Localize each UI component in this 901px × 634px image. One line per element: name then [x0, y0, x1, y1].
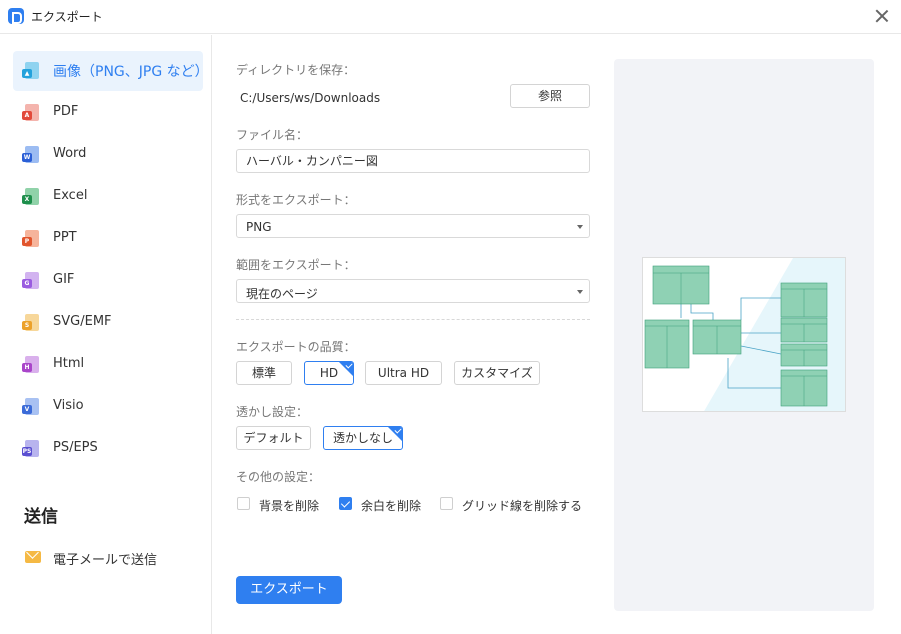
sidebar-item-label: Visio — [53, 398, 84, 413]
option-label: Ultra HD — [377, 366, 430, 380]
sidebar-item-svg-emf[interactable]: S SVG/EMF — [13, 303, 203, 343]
format-label: 形式をエクスポート： — [236, 193, 356, 207]
watermark-option-default[interactable]: デフォルト — [236, 426, 311, 450]
sidebar-item-label: SVG/EMF — [53, 314, 112, 329]
gif-file-icon: G — [22, 272, 39, 289]
filename-label: ファイル名： — [236, 128, 309, 142]
remove-gridlines-checkbox[interactable] — [440, 497, 453, 510]
remove-margin-label: 余白を削除 — [361, 499, 422, 513]
sidebar-item-email[interactable]: 電子メールで送信 — [13, 537, 203, 577]
sidebar-item-image[interactable]: ▲ 画像（PNG、JPG など） — [13, 51, 209, 91]
export-button[interactable]: エクスポート — [236, 576, 342, 604]
sidebar-item-label: Html — [53, 356, 85, 371]
remove-gridlines-label: グリッド線を削除する — [462, 499, 583, 513]
watermark-label: 透かし設定： — [236, 405, 309, 419]
word-file-icon: W — [22, 146, 39, 163]
sidebar-item-label: 画像（PNG、JPG など） — [53, 64, 209, 80]
remove-background-checkbox[interactable] — [237, 497, 250, 510]
range-select[interactable]: 現在のページ — [236, 279, 590, 303]
option-label: デフォルト — [243, 431, 304, 445]
send-section-title: 送信 — [24, 507, 58, 527]
quality-option-hd[interactable]: HD — [304, 361, 354, 385]
pdf-file-icon: A — [22, 104, 39, 121]
save-directory-path: C:/Users/ws/Downloads — [240, 91, 381, 105]
option-label: 透かしなし — [332, 431, 393, 445]
other-settings-label: その他の設定： — [236, 470, 321, 484]
sidebar-item-label: PPT — [53, 230, 77, 245]
option-label: カスタマイズ — [461, 366, 533, 380]
sidebar-item-label: 電子メールで送信 — [53, 553, 158, 568]
visio-file-icon: V — [22, 398, 39, 415]
filename-input[interactable]: ハーバル・カンパニー図 — [236, 149, 590, 173]
sidebar-item-ps-eps[interactable]: PS PS/EPS — [13, 429, 203, 469]
ps-file-icon: PS — [22, 440, 39, 457]
quality-option-custom[interactable]: カスタマイズ — [454, 361, 540, 385]
range-label: 範囲をエクスポート： — [236, 258, 356, 272]
remove-background-label: 背景を削除 — [259, 499, 320, 513]
option-label: 標準 — [251, 366, 276, 380]
sidebar-item-excel[interactable]: X Excel — [13, 177, 203, 217]
sidebar-item-label: Excel — [53, 188, 88, 203]
preview-panel — [614, 59, 874, 611]
preview-thumbnail — [642, 257, 846, 412]
save-directory-label: ディレクトリを保存： — [236, 63, 356, 77]
option-label: HD — [319, 366, 339, 380]
section-divider — [236, 319, 590, 320]
sidebar-item-label: PDF — [53, 104, 79, 119]
range-select-value: 現在のページ — [246, 287, 318, 301]
browse-button[interactable]: 参照 — [510, 84, 590, 108]
watermark-option-none[interactable]: 透かしなし — [323, 426, 403, 450]
sidebar-item-visio[interactable]: V Visio — [13, 387, 203, 427]
remove-margin-checkbox[interactable] — [339, 497, 352, 510]
mail-icon — [25, 551, 41, 563]
quality-option-ultra-hd[interactable]: Ultra HD — [365, 361, 442, 385]
diagram-preview-image — [644, 258, 845, 411]
svg-file-icon: S — [22, 314, 39, 331]
sidebar-item-label: Word — [53, 146, 87, 161]
chevron-down-icon — [577, 290, 583, 294]
sidebar-item-html[interactable]: H Html — [13, 345, 203, 385]
quality-label: エクスポートの品質： — [236, 340, 356, 354]
sidebar-item-gif[interactable]: G GIF — [13, 261, 203, 301]
format-select-value: PNG — [246, 220, 272, 234]
chevron-down-icon — [577, 225, 583, 229]
format-sidebar: ▲ 画像（PNG、JPG など） A PDF W Word X Excel P … — [0, 35, 212, 634]
sidebar-item-label: GIF — [53, 272, 75, 287]
html-file-icon: H — [22, 356, 39, 373]
app-logo-icon — [8, 8, 24, 24]
sidebar-item-ppt[interactable]: P PPT — [13, 219, 203, 259]
quality-option-standard[interactable]: 標準 — [236, 361, 292, 385]
close-icon[interactable] — [873, 7, 891, 25]
window-title: エクスポート — [31, 10, 103, 24]
format-select[interactable]: PNG — [236, 214, 590, 238]
title-bar: エクスポート — [0, 0, 901, 34]
excel-file-icon: X — [22, 188, 39, 205]
ppt-file-icon: P — [22, 230, 39, 247]
sidebar-item-pdf[interactable]: A PDF — [13, 93, 203, 133]
image-file-icon: ▲ — [22, 62, 39, 79]
sidebar-item-word[interactable]: W Word — [13, 135, 203, 175]
sidebar-item-label: PS/EPS — [53, 440, 98, 455]
